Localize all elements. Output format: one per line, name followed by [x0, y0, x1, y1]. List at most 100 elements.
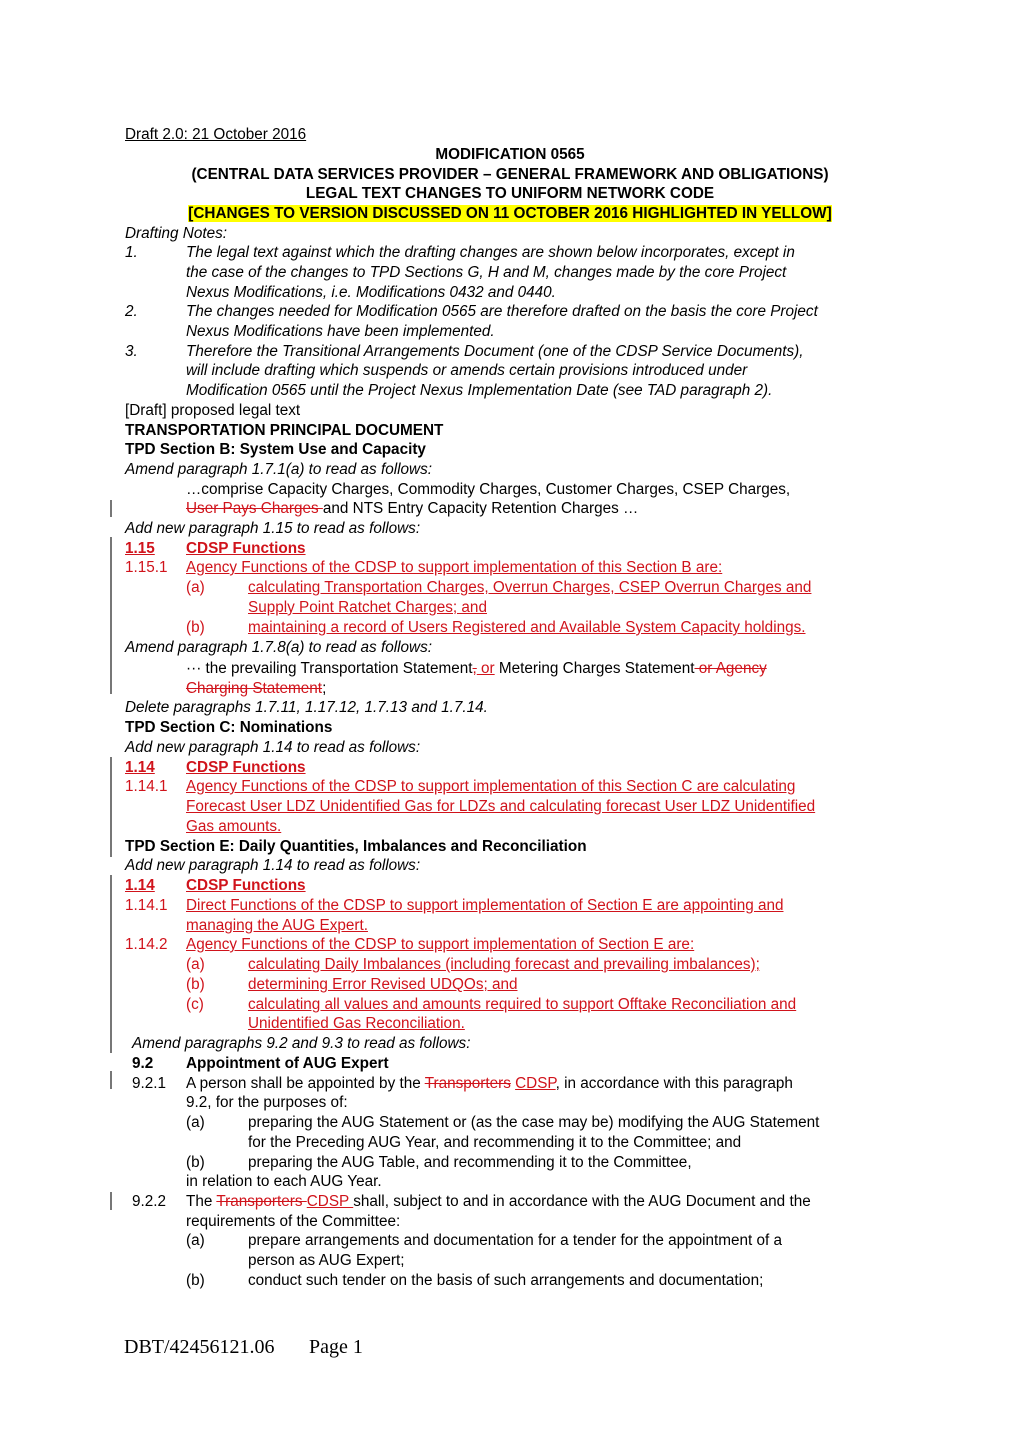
paragraph-text-part: , in accordance with this paragraph	[555, 1075, 793, 1092]
inserted-heading-number: 1.15	[125, 540, 155, 557]
inserted-text: Agency Functions of the CDSP to support …	[186, 778, 796, 795]
heading-number: 9.2	[132, 1055, 154, 1072]
paragraph-text-rest: and NTS Entry Capacity Retention Charges…	[322, 500, 639, 517]
inserted-heading-title: CDSP Functions	[186, 759, 306, 776]
paragraph-text-part: preparing the AUG Statement or (as the c…	[248, 1114, 820, 1131]
paragraph-text: Charging Statement;	[186, 679, 326, 698]
paragraph-text-part: A person shall be appointed by the	[186, 1075, 425, 1092]
paragraph-text: 9.2, for the purposes of:	[186, 1094, 348, 1111]
inserted-paragraph: 1.14.1 Agency Functions of the CDSP to su…	[125, 777, 795, 796]
item-label: (c)	[186, 996, 204, 1013]
inserted-text: CDSP	[306, 1193, 354, 1210]
change-bar	[110, 757, 112, 857]
highlight-note: [CHANGES TO VERSION DISCUSSED ON 11 OCTO…	[188, 205, 832, 222]
inserted-subitem: (a) calculating Transportation Charges, O…	[186, 578, 811, 597]
inserted-heading-number: 1.14	[125, 877, 155, 894]
paragraph-number: 9.2.1	[132, 1075, 167, 1092]
change-bar	[110, 537, 112, 694]
note-text: The legal text against which the draftin…	[186, 244, 795, 261]
deleted-text: Transporters	[216, 1193, 307, 1210]
modification-title: MODIFICATION 0565	[435, 146, 585, 163]
item-label: (a)	[186, 956, 205, 973]
inserted-heading-title: CDSP Functions	[186, 877, 306, 894]
tpd-title: TRANSPORTATION PRINCIPAL DOCUMENT	[125, 422, 444, 439]
item-label: (a)	[186, 1232, 205, 1249]
paragraph-number: 9.2.2	[132, 1193, 167, 1210]
inserted-paragraph: 1.14.2 Agency Functions of the CDSP to su…	[125, 935, 694, 954]
highlight-note-row: [CHANGES TO VERSION DISCUSSED ON 11 OCTO…	[0, 204, 1020, 223]
paragraph-text-part: prepare arrangements and documentation f…	[248, 1232, 783, 1249]
inserted-text: Direct Functions of the CDSP to support …	[186, 897, 784, 914]
note-text: Nexus Modifications have been implemente…	[186, 323, 495, 340]
paragraph-text: …comprise Capacity Charges, Commodity Ch…	[186, 481, 791, 498]
inserted-text: calculating all values and amounts requi…	[248, 996, 797, 1013]
instruction: Add new paragraph 1.15 to read as follow…	[125, 520, 421, 537]
inserted-text: Agency Functions of the CDSP to support …	[186, 559, 723, 576]
instruction: Delete paragraphs 1.7.11, 1.17.12, 1.7.1…	[125, 699, 488, 716]
item-label: (a)	[186, 579, 205, 596]
inserted-text: Gas amounts.	[186, 818, 282, 835]
item-label: (b)	[186, 976, 205, 993]
inserted-heading-number: 1.14	[125, 759, 155, 776]
paragraph-text-part: ;	[322, 680, 327, 697]
inserted-text: CDSP	[515, 1075, 556, 1092]
paragraph-text-part: shall, subject to and in accordance with…	[353, 1193, 811, 1210]
paragraph-text: A person shall be appointed by the Trans…	[186, 1074, 793, 1093]
section-e-heading: TPD Section E: Daily Quantities, Imbalan…	[125, 838, 587, 855]
inserted-subitem: (b) maintaining a record of Users Registe…	[186, 618, 806, 637]
document-page: Draft 2.0: 21 October 2016 MODIFICATION …	[0, 0, 1020, 1443]
note-text: will include drafting which suspends or …	[186, 362, 748, 379]
paragraph-text-part: Metering Charges Statement	[494, 660, 695, 677]
inserted-paragraph: 1.15.1 Agency Functions of the CDSP to su…	[125, 558, 722, 577]
paragraph-text-part: conduct such tender on the basis of such…	[248, 1272, 764, 1289]
footer-doc-ref: DBT/42456121.06	[124, 1336, 275, 1358]
deleted-text: Transporters	[424, 1075, 511, 1092]
draft-label: Draft 2.0: 21 October 2016	[125, 126, 307, 143]
note-number: 1.	[125, 244, 138, 261]
instruction: Amend paragraph 1.7.8(a) to read as foll…	[125, 639, 432, 656]
paragraph-text: The Transporters CDSP shall, subject to …	[186, 1192, 811, 1211]
paragraph-number: 1.14.2	[125, 936, 168, 953]
paragraph-text-part: preparing the AUG Table, and recommendin…	[248, 1154, 692, 1171]
inserted-text: Forecast User LDZ Unidentified Gas for L…	[186, 798, 816, 815]
inserted-text: Agency Functions of the CDSP to support …	[186, 936, 695, 953]
inserted-text: calculating Daily Imbalances (including …	[248, 956, 760, 973]
change-bar	[110, 1071, 112, 1089]
paragraph-text-part: The	[186, 1193, 217, 1210]
inserted-paragraph: 1.14.1 Direct Functions of the CDSP to su…	[125, 896, 783, 915]
section-b-heading: TPD Section B: System Use and Capacity	[125, 441, 426, 458]
note-text: the case of the changes to TPD Sections …	[186, 264, 787, 281]
legal-text-title: LEGAL TEXT CHANGES TO UNIFORM NETWORK CO…	[305, 185, 715, 202]
inserted-subitem: (c) calculating all values and amounts re…	[186, 995, 796, 1014]
inserted-text: determining Error Revised UDQOs; and	[248, 976, 518, 993]
deleted-text: User Pays Charges	[186, 500, 323, 517]
inserted-text: maintaining a record of Users Registered…	[248, 619, 806, 636]
note-text: Modification 0565 until the Project Nexu…	[186, 382, 773, 399]
change-bar	[110, 875, 112, 1053]
paragraph-text: for the Preceding AUG Year, and recommen…	[248, 1134, 742, 1151]
deleted-text: or Agency	[694, 660, 767, 677]
paragraph-text: person as AUG Expert;	[248, 1252, 405, 1269]
subitem: (b) conduct such tender on the basis of s…	[186, 1271, 763, 1290]
change-bar	[110, 500, 112, 517]
inserted-text: calculating Transportation Charges, Over…	[248, 579, 812, 596]
paragraph-text: ··· the prevailing Transportation Statem…	[186, 659, 767, 678]
paragraph-number: 1.14.1	[125, 778, 168, 795]
paragraph-number: 1.15.1	[125, 559, 168, 576]
change-bar	[110, 1192, 112, 1210]
deleted-text: Charging Statement	[186, 680, 323, 697]
note-number: 3.	[125, 343, 138, 360]
inserted-heading-title: CDSP Functions	[186, 540, 306, 557]
paragraph-text-part: ··· the prevailing Transportation Statem…	[186, 660, 473, 677]
instruction: Amend paragraph 1.7.1(a) to read as foll…	[125, 461, 432, 478]
modification-subtitle: (CENTRAL DATA SERVICES PROVIDER – GENERA…	[191, 166, 829, 183]
inserted-text: Unidentified Gas Reconciliation.	[248, 1015, 465, 1032]
note-number: 2.	[125, 303, 138, 320]
note-text: Therefore the Transitional Arrangements …	[186, 343, 804, 360]
inserted-text: or	[476, 660, 495, 677]
paragraph-text: in relation to each AUG Year.	[186, 1173, 382, 1190]
inserted-subitem: (b) determining Error Revised UDQOs; and	[186, 975, 518, 994]
instruction: Amend paragraphs 9.2 and 9.3 to read as …	[132, 1035, 471, 1052]
note-text: Nexus Modifications, i.e. Modifications …	[186, 284, 556, 301]
subitem: (a) preparing the AUG Statement or (as th…	[186, 1113, 819, 1132]
